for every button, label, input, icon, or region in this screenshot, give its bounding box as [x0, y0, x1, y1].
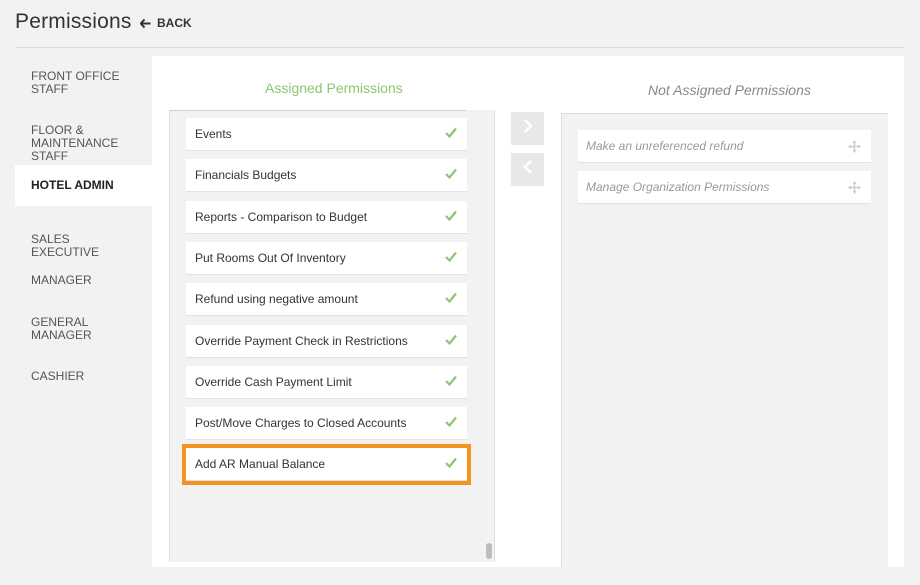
sidebar-item-label: MANAGER	[31, 273, 92, 287]
page-title: Permissions	[15, 10, 132, 33]
sidebar-item-sales-executive[interactable]: SALES EXECUTIVE	[15, 233, 152, 259]
permissions-panel: Assigned Permissions Not Assigned Permis…	[152, 56, 904, 567]
checkmark-icon	[445, 375, 457, 389]
sidebar-item-label: STAFF	[31, 82, 69, 96]
assigned-title: Assigned Permissions	[265, 80, 403, 96]
assigned-permission-item[interactable]: Reports - Comparison to Budget	[186, 200, 467, 234]
sidebar-item-cashier[interactable]: CASHIER	[15, 370, 152, 383]
assigned-permission-item[interactable]: Refund using negative amount	[186, 283, 467, 317]
assigned-permission-item[interactable]: Override Cash Payment Limit	[186, 365, 467, 399]
permission-label: Financials Budgets	[195, 168, 297, 183]
not-assigned-permission-item[interactable]: Manage Organization Permissions	[578, 171, 871, 204]
assigned-permission-item[interactable]: Override Payment Check in Restrictions	[186, 324, 467, 358]
sidebar-item-hotel-admin[interactable]: HOTEL ADMIN	[15, 165, 152, 206]
sidebar-item-front-office-staff[interactable]: FRONT OFFICE STAFF	[15, 70, 152, 96]
assigned-permission-item[interactable]: Add AR Manual Balance	[182, 444, 471, 486]
scrollbar-track[interactable]	[484, 110, 492, 562]
move-left-button[interactable]	[511, 153, 544, 186]
not-assigned-title: Not Assigned Permissions	[648, 82, 811, 98]
assigned-permission-item[interactable]: Post/Move Charges to Closed Accounts	[186, 407, 467, 441]
back-button[interactable]: BACK	[140, 16, 192, 30]
checkmark-icon	[445, 168, 457, 182]
checkmark-icon	[445, 210, 457, 224]
list-divider	[170, 110, 466, 111]
assigned-permission-item[interactable]: Financials Budgets	[186, 159, 467, 193]
not-assigned-list[interactable]: Make an unreferenced refund Manage Organi…	[561, 113, 888, 567]
chevron-left-icon	[522, 160, 533, 179]
sidebar-item-label: HOTEL ADMIN	[31, 178, 114, 192]
checkmark-icon	[445, 127, 457, 141]
assigned-permission-item[interactable]: Put Rooms Out Of Inventory	[186, 241, 467, 275]
permission-label: Add AR Manual Balance	[195, 457, 326, 472]
scrollbar-thumb[interactable]	[486, 543, 492, 559]
header-divider	[15, 47, 905, 48]
arrow-left-icon	[140, 18, 151, 28]
sidebar-item-label: MANAGER	[31, 328, 92, 342]
permission-label: Override Cash Payment Limit	[195, 374, 352, 389]
permission-label: Put Rooms Out Of Inventory	[195, 250, 346, 265]
checkmark-icon	[445, 251, 457, 265]
sidebar-item-floor-maintenance-staff[interactable]: FLOOR & MAINTENANCE STAFF	[15, 124, 152, 163]
not-assigned-permission-item[interactable]: Make an unreferenced refund	[578, 130, 871, 163]
drag-move-icon[interactable]	[848, 181, 861, 197]
back-label: BACK	[157, 16, 192, 30]
assigned-list[interactable]: Events Financials Budgets Reports - Compar…	[169, 110, 495, 562]
chevron-right-icon	[523, 119, 533, 138]
permission-label: Override Payment Check in Restrictions	[195, 333, 408, 348]
permission-label: Make an unreferenced refund	[586, 139, 744, 153]
drag-move-icon[interactable]	[848, 140, 861, 156]
checkmark-icon	[445, 334, 457, 348]
sidebar-item-label: CASHIER	[31, 369, 85, 383]
permission-label: Post/Move Charges to Closed Accounts	[195, 416, 407, 431]
checkmark-icon	[445, 457, 457, 471]
checkmark-icon	[445, 416, 457, 430]
sidebar-item-manager[interactable]: MANAGER	[15, 274, 152, 287]
move-right-button[interactable]	[511, 112, 544, 145]
permission-label: Reports - Comparison to Budget	[195, 209, 368, 224]
assigned-permission-item[interactable]: Events	[186, 118, 467, 151]
permission-label: Refund using negative amount	[195, 292, 358, 307]
sidebar-item-label: SALES EXECUTIVE	[31, 232, 100, 259]
checkmark-icon	[445, 292, 457, 306]
page-header: Permissions BACK	[0, 0, 920, 48]
permission-label: Manage Organization Permissions	[586, 180, 770, 194]
sidebar-item-label: STAFF	[31, 149, 69, 163]
permission-label: Events	[195, 127, 232, 141]
sidebar-item-general-manager[interactable]: GENERAL MANAGER	[15, 316, 152, 342]
